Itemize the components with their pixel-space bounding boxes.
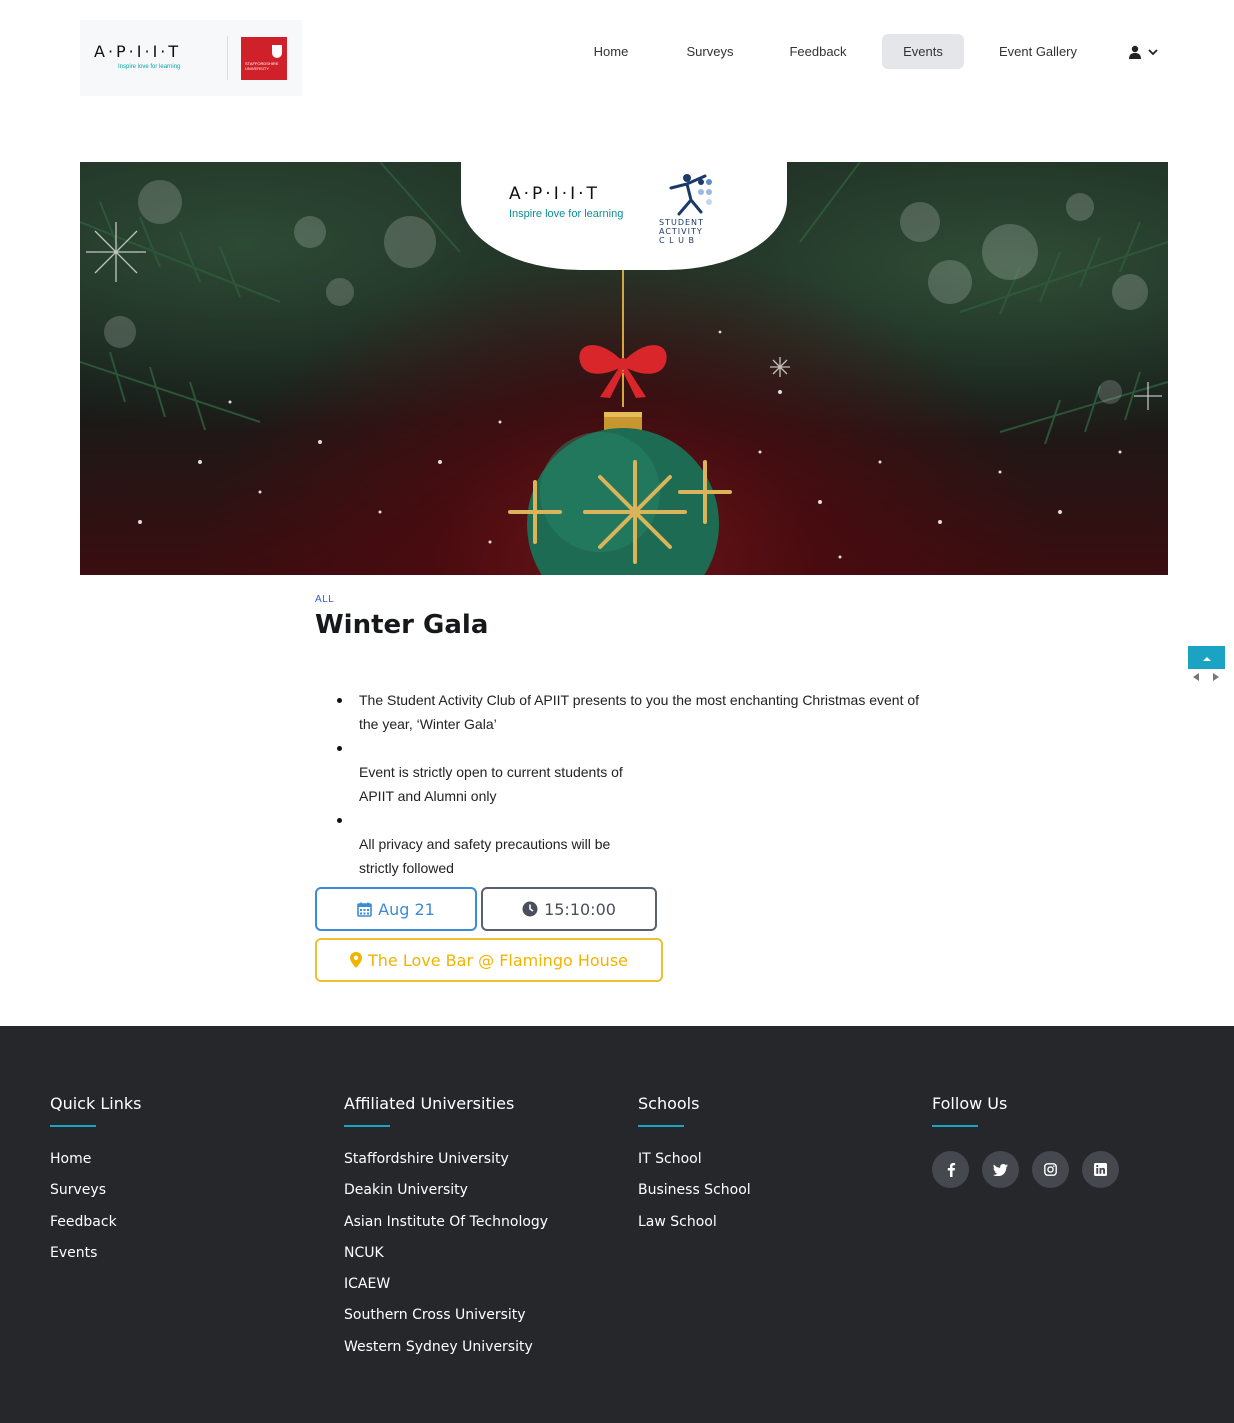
club-label-line1: STUDENT bbox=[659, 218, 704, 227]
footer-link-icaew[interactable]: ICAEW bbox=[344, 1269, 548, 1300]
footer-heading-underline bbox=[344, 1125, 390, 1127]
linkedin-icon bbox=[1094, 1163, 1107, 1176]
event-time: 15:10:00 bbox=[544, 899, 616, 919]
event-description-3-line2: strictly followed bbox=[359, 860, 454, 876]
footer-heading-underline bbox=[50, 1125, 96, 1127]
event-description-2-line2: APIIT and Alumni only bbox=[359, 788, 497, 804]
event-date: Aug 21 bbox=[378, 899, 435, 919]
nav-event-gallery[interactable]: Event Gallery bbox=[986, 34, 1090, 69]
footer-heading: Follow Us bbox=[932, 1094, 1008, 1113]
apiit-logo: A·P·I·I·T Inspire love for learning bbox=[94, 42, 234, 70]
site-logo[interactable]: A·P·I·I·T Inspire love for learning STAF… bbox=[80, 20, 302, 96]
footer-link-southern-cross[interactable]: Southern Cross University bbox=[344, 1300, 548, 1331]
map-pin-icon bbox=[350, 952, 362, 968]
bullet-marker bbox=[337, 698, 343, 704]
footer-link-it-school[interactable]: IT School bbox=[638, 1144, 751, 1175]
badge-apiit-logo: A·P·I·I·T Inspire love for learning bbox=[509, 184, 623, 220]
event-location-button[interactable]: The Love Bar @ Flamingo House bbox=[315, 938, 663, 982]
footer-link-list: Home Surveys Feedback Events bbox=[50, 1144, 141, 1269]
footer-link-feedback[interactable]: Feedback bbox=[50, 1207, 141, 1238]
facebook-icon bbox=[947, 1163, 955, 1177]
event-description-3-line1: All privacy and safety precautions will … bbox=[359, 836, 611, 852]
arrow-right-icon[interactable] bbox=[1213, 673, 1219, 681]
user-menu[interactable] bbox=[1128, 40, 1168, 64]
nav-home[interactable]: Home bbox=[577, 34, 645, 69]
club-badge: A·P·I·I·T Inspire love for learning STUD… bbox=[461, 162, 787, 270]
footer-universities: Affiliated Universities Staffordshire Un… bbox=[344, 1094, 548, 1363]
footer-heading: Affiliated Universities bbox=[344, 1094, 515, 1113]
partner-text: STAFFORDSHIRE UNIVERSITY bbox=[245, 61, 279, 71]
event-category[interactable]: ALL bbox=[315, 594, 334, 605]
user-icon bbox=[1129, 45, 1141, 59]
side-pager[interactable] bbox=[1193, 673, 1223, 681]
student-activity-club-logo: STUDENT ACTIVITY C L U B bbox=[657, 172, 721, 250]
badge-tagline: Inspire love for learning bbox=[509, 208, 624, 220]
footer-link-home[interactable]: Home bbox=[50, 1144, 141, 1175]
footer-follow-us: Follow Us bbox=[932, 1094, 1119, 1188]
footer-link-western-sydney[interactable]: Western Sydney University bbox=[344, 1332, 548, 1363]
shield-icon bbox=[272, 45, 282, 58]
footer-link-deakin[interactable]: Deakin University bbox=[344, 1175, 548, 1206]
site-header: A·P·I·I·T Inspire love for learning STAF… bbox=[0, 0, 1234, 110]
event-title: Winter Gala bbox=[315, 610, 489, 640]
footer-link-ncuk[interactable]: NCUK bbox=[344, 1238, 548, 1269]
club-label: STUDENT ACTIVITY C L U B bbox=[659, 218, 704, 245]
footer-heading-underline bbox=[932, 1125, 978, 1127]
scroll-to-top-button[interactable] bbox=[1188, 646, 1225, 669]
logo-tagline: Inspire love for learning bbox=[118, 64, 181, 70]
footer-link-staffordshire[interactable]: Staffordshire University bbox=[344, 1144, 548, 1175]
bullet-marker bbox=[337, 818, 343, 824]
instagram-icon bbox=[1044, 1163, 1057, 1176]
footer-link-events[interactable]: Events bbox=[50, 1238, 141, 1269]
linkedin-button[interactable] bbox=[1082, 1151, 1119, 1188]
logo-divider bbox=[227, 36, 228, 80]
nav-feedback[interactable]: Feedback bbox=[776, 34, 860, 69]
nav-events[interactable]: Events bbox=[882, 34, 964, 69]
facebook-button[interactable] bbox=[932, 1151, 969, 1188]
footer-link-list: Staffordshire University Deakin Universi… bbox=[344, 1144, 548, 1363]
footer-link-surveys[interactable]: Surveys bbox=[50, 1175, 141, 1206]
footer-schools: Schools IT School Business School Law Sc… bbox=[638, 1094, 751, 1238]
logo-wordmark: A·P·I·I·T bbox=[94, 42, 182, 61]
footer-link-law-school[interactable]: Law School bbox=[638, 1207, 751, 1238]
clock-icon bbox=[522, 901, 538, 917]
club-label-line3: C L U B bbox=[659, 236, 696, 245]
event-banner: A·P·I·I·T Inspire love for learning STUD… bbox=[80, 162, 1168, 575]
footer-heading: Quick Links bbox=[50, 1094, 142, 1113]
bullet-marker bbox=[337, 746, 343, 752]
calendar-icon bbox=[357, 902, 372, 917]
club-label-line2: ACTIVITY bbox=[659, 227, 703, 236]
staffordshire-logo: STAFFORDSHIRE UNIVERSITY bbox=[241, 37, 287, 80]
site-footer bbox=[0, 1026, 1234, 1423]
chevron-down-icon bbox=[1148, 49, 1158, 56]
footer-link-ait[interactable]: Asian Institute Of Technology bbox=[344, 1207, 548, 1238]
event-location: The Love Bar @ Flamingo House bbox=[368, 950, 628, 970]
event-description-1-line1: The Student Activity Club of APIIT prese… bbox=[359, 692, 920, 708]
instagram-button[interactable] bbox=[1032, 1151, 1069, 1188]
event-description-2-line1: Event is strictly open to current studen… bbox=[359, 764, 623, 780]
club-figure-icon bbox=[669, 174, 712, 216]
social-links bbox=[932, 1151, 1119, 1188]
footer-heading: Schools bbox=[638, 1094, 700, 1113]
footer-link-list: IT School Business School Law School bbox=[638, 1144, 751, 1238]
twitter-icon bbox=[993, 1163, 1008, 1176]
event-description-1-line2: the year, ‘Winter Gala’ bbox=[359, 716, 497, 732]
event-time-button[interactable]: 15:10:00 bbox=[481, 887, 657, 931]
nav-surveys[interactable]: Surveys bbox=[670, 34, 750, 69]
badge-wordmark: A·P·I·I·T bbox=[509, 184, 600, 204]
footer-quick-links: Quick Links Home Surveys Feedback Events bbox=[50, 1094, 141, 1269]
footer-link-business-school[interactable]: Business School bbox=[638, 1175, 751, 1206]
event-date-button[interactable]: Aug 21 bbox=[315, 887, 477, 931]
arrow-left-icon[interactable] bbox=[1193, 673, 1199, 681]
footer-heading-underline bbox=[638, 1125, 684, 1127]
twitter-button[interactable] bbox=[982, 1151, 1019, 1188]
